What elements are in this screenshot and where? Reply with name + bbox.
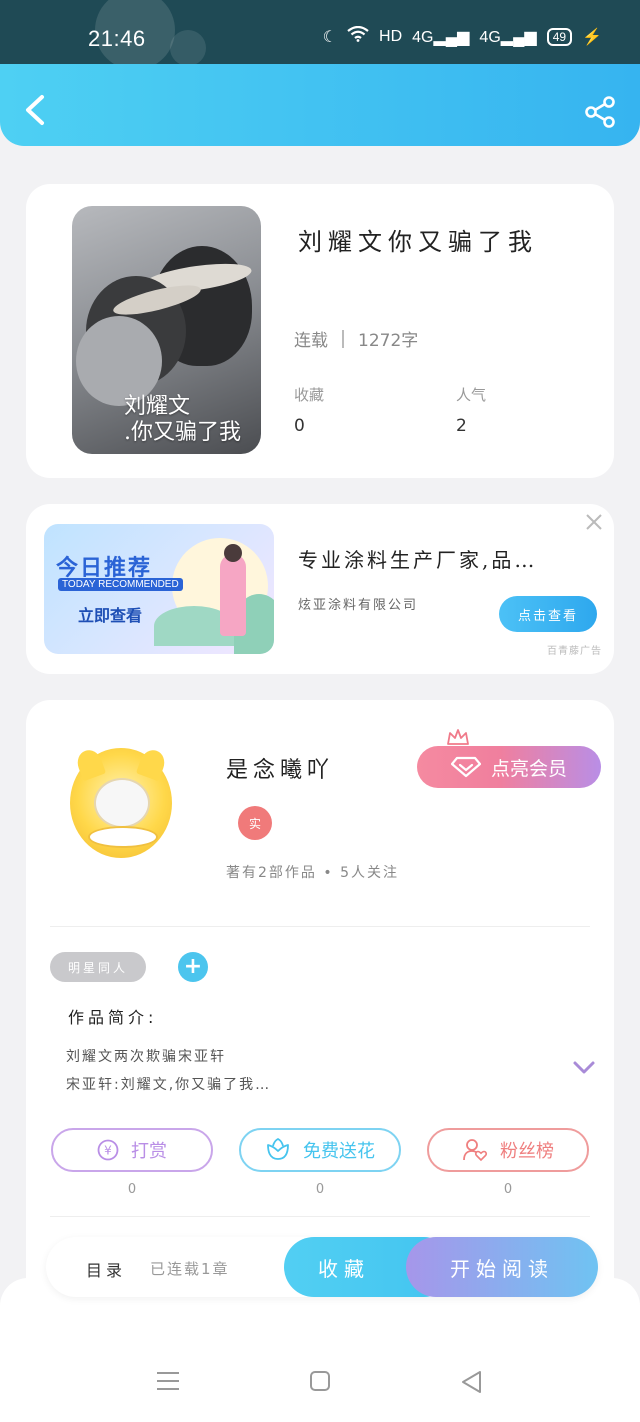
- svg-text:¥: ¥: [104, 1144, 112, 1158]
- add-tag-button[interactable]: +: [178, 952, 208, 982]
- ad-card[interactable]: 今日推荐 TODAY RECOMMENDED 立即查看 专业涂料生产厂家,品… …: [26, 504, 614, 674]
- divider: [50, 926, 590, 927]
- avatar[interactable]: [70, 746, 172, 858]
- user-heart-icon: [463, 1139, 488, 1162]
- intro-label: 作品简介:: [68, 1008, 158, 1027]
- ad-source-tag: 百青藤广告: [547, 646, 602, 657]
- flower-icon: [267, 1138, 289, 1160]
- tip-button[interactable]: ¥ 打赏: [51, 1128, 213, 1172]
- system-nav-bar: [0, 1278, 640, 1422]
- fan-ranking-button[interactable]: 粉丝榜: [427, 1128, 589, 1172]
- chevron-down-icon[interactable]: [572, 1060, 596, 1076]
- status-bar: 21:46 ☾ HD 4G▂▄▆ 4G▂▄▆ 49 ⚡: [0, 0, 640, 70]
- crown-icon: [447, 729, 469, 745]
- ad-company: 炫亚涂料有限公司: [298, 598, 419, 613]
- wifi-icon: [347, 25, 369, 47]
- flower-count: 0: [315, 1182, 325, 1197]
- send-flower-button[interactable]: 免费送花: [239, 1128, 401, 1172]
- book-status: 连载: [294, 331, 328, 351]
- start-reading-button[interactable]: 开始阅读: [406, 1237, 598, 1297]
- send-flower-label: 免费送花: [303, 1141, 375, 1162]
- ad-banner-cta: 立即查看: [78, 606, 143, 625]
- vip-button-label: 点亮会员: [490, 757, 567, 780]
- top-header: [0, 64, 640, 146]
- ad-banner-image[interactable]: 今日推荐 TODAY RECOMMENDED 立即查看: [44, 524, 274, 654]
- back-arrow-icon[interactable]: [22, 94, 48, 126]
- intro-line-1: 刘耀文两次欺骗宋亚轩: [66, 1049, 226, 1065]
- ad-view-button[interactable]: 点击查看: [499, 596, 597, 632]
- table-of-contents-link[interactable]: 目录: [86, 1257, 126, 1281]
- yen-coin-icon: ¥: [97, 1139, 119, 1161]
- fan-ranking-label: 粉丝榜: [500, 1141, 554, 1162]
- book-title: 刘耀文你又骗了我: [298, 228, 538, 256]
- share-icon[interactable]: [584, 96, 616, 128]
- ad-banner-subtitle: TODAY RECOMMENDED: [58, 578, 183, 591]
- ad-title: 专业涂料生产厂家,品…: [298, 548, 538, 572]
- status-icons: ☾ HD 4G▂▄▆ 4G▂▄▆ 49 ⚡: [322, 25, 602, 47]
- status-time: 21:46: [88, 26, 146, 51]
- signal-icon: 4G▂▄▆: [412, 28, 470, 46]
- book-info-card: 刘耀文 .你又骗了我 刘耀文你又骗了我 连载 1272字 收藏 0 人气 2: [26, 184, 614, 478]
- activate-vip-button[interactable]: 点亮会员: [417, 746, 601, 788]
- popularity-value: 2: [456, 416, 467, 436]
- book-meta: 连载 1272字: [294, 326, 418, 351]
- author-stats: 著有2部作品 • 5人关注: [226, 865, 399, 881]
- popularity-label: 人气: [456, 386, 487, 404]
- battery-icon: 49: [546, 27, 573, 46]
- book-cover[interactable]: 刘耀文 .你又骗了我: [72, 206, 261, 454]
- decorative-bubble: [170, 30, 206, 66]
- tip-count: 0: [127, 1182, 137, 1197]
- diamond-icon: [450, 756, 481, 778]
- author-name[interactable]: 是念曦吖: [226, 752, 334, 784]
- divider: [50, 1216, 590, 1217]
- word-count: 1272字: [358, 331, 419, 351]
- signal-icon-2: 4G▂▄▆: [479, 28, 537, 46]
- moon-icon: ☾: [322, 28, 338, 46]
- favorites-value: 0: [294, 416, 305, 436]
- menu-icon[interactable]: [156, 1370, 180, 1392]
- serial-status: 已连载1章: [150, 1260, 230, 1278]
- favorites-label: 收藏: [294, 386, 325, 404]
- divider: [342, 329, 344, 348]
- real-name-badge: 实: [238, 806, 272, 840]
- close-icon[interactable]: [584, 512, 604, 532]
- cover-title: 刘耀文 .你又骗了我: [124, 394, 241, 445]
- home-square-icon[interactable]: [309, 1370, 331, 1392]
- hd-label: HD: [379, 27, 403, 45]
- tip-button-label: 打赏: [131, 1141, 167, 1162]
- category-tag[interactable]: 明星同人: [50, 952, 146, 982]
- bottom-action-bar: 目录 已连载1章 收藏 开始阅读: [46, 1237, 598, 1297]
- back-triangle-icon[interactable]: [460, 1370, 484, 1394]
- intro-line-2: 宋亚轩:刘耀文,你又骗了我…: [66, 1077, 272, 1093]
- fan-count: 0: [503, 1182, 513, 1197]
- charging-icon: ⚡: [582, 28, 602, 46]
